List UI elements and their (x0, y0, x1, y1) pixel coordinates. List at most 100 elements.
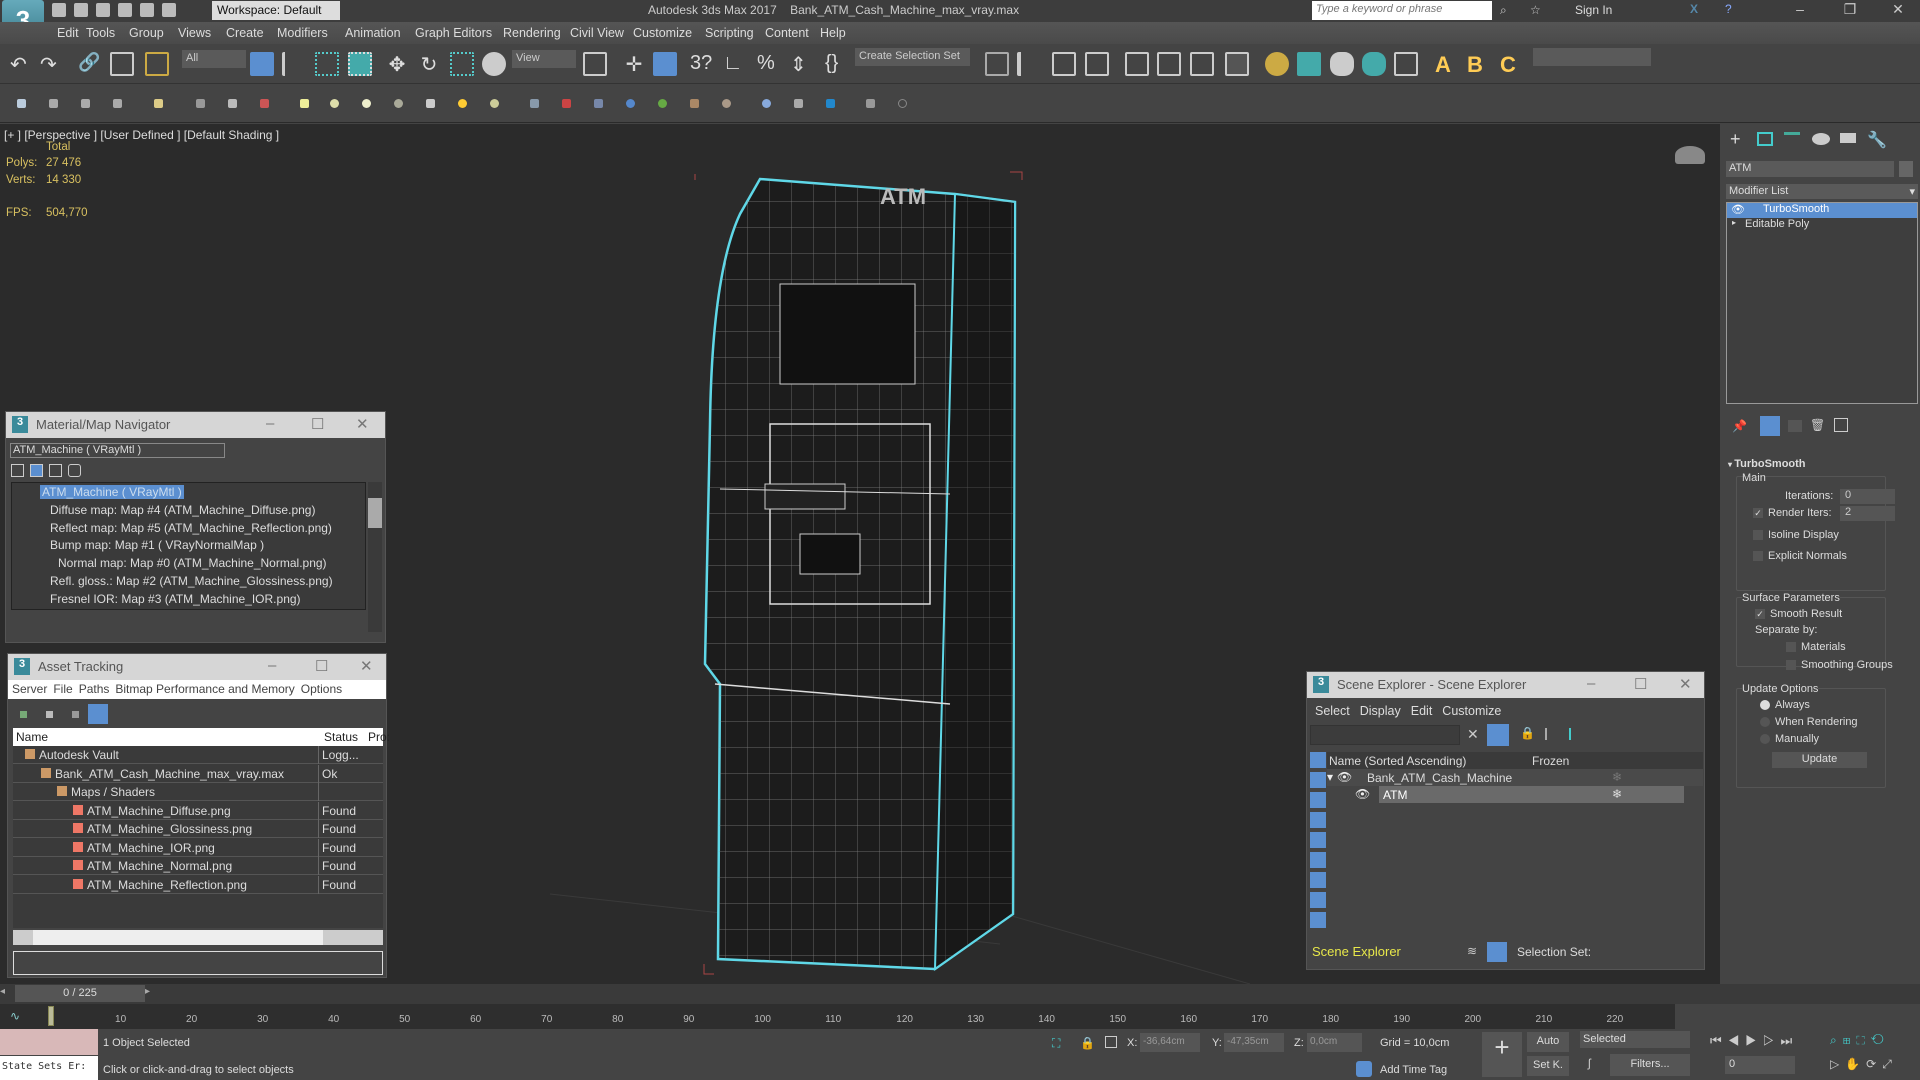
path-field[interactable] (13, 951, 383, 975)
time-slider[interactable]: ◂ 0 / 225 ▸ (0, 984, 1920, 1004)
restore-button[interactable]: ❐ (1830, 1, 1870, 21)
key-filters-button[interactable]: Filters... (1610, 1054, 1690, 1076)
selection-lock-icon[interactable]: 🔒 (1080, 1036, 1095, 1050)
undo-icon[interactable]: ↶ (10, 52, 34, 76)
toolbar-icon[interactable] (690, 99, 699, 108)
toolbar-icon[interactable] (46, 711, 53, 718)
explorer-row[interactable]: 👁 ATM ❄ (1327, 786, 1703, 803)
table-row[interactable]: ATM_Machine_Glossiness.png Found (13, 820, 383, 838)
named-selection-set-dropdown[interactable]: Create Selection Set (855, 48, 970, 66)
maximize-button[interactable]: ☐ (315, 657, 328, 675)
manipulate-icon[interactable]: ✛ (622, 52, 646, 76)
render-iters-checkbox[interactable]: ✓ Render Iters: (1753, 507, 1832, 519)
filter-icon[interactable] (1487, 724, 1509, 746)
playback-controls[interactable]: ⏮◀▶▷⏭ (1710, 1033, 1798, 1049)
state-sets-field[interactable]: State Sets Er: (0, 1056, 98, 1080)
close-button[interactable]: ✕ (1679, 675, 1692, 693)
menu-tools[interactable]: Tools (86, 26, 115, 40)
window-titlebar[interactable]: 3 Scene Explorer - Scene Explorer – ☐ ✕ (1307, 672, 1704, 698)
sun-icon[interactable] (458, 99, 467, 108)
ribbon-toggle-icon[interactable] (1125, 52, 1149, 76)
helpers-filter-icon[interactable] (1310, 832, 1326, 848)
reference-coord-dropdown[interactable]: View (512, 50, 576, 68)
bones-filter-icon[interactable] (1310, 912, 1326, 928)
hierarchy-tab-icon[interactable] (1784, 132, 1800, 146)
smoothing-groups-checkbox[interactable]: Smoothing Groups (1786, 659, 1893, 671)
remove-modifier-icon[interactable]: 🗑 (1810, 418, 1825, 432)
toolbar-icon[interactable] (228, 99, 237, 108)
expand-icon[interactable]: ▸ (1732, 218, 1736, 227)
maxscript-listener[interactable] (0, 1029, 98, 1055)
menu-customize[interactable]: Customize (633, 26, 692, 40)
menu-file[interactable]: File (53, 682, 72, 697)
toolbar-icon[interactable] (113, 99, 122, 108)
table-row[interactable]: Autodesk Vault Logg... (13, 746, 383, 764)
visibility-icon[interactable]: 👁 (1355, 787, 1370, 801)
motion-tab-icon[interactable] (1812, 133, 1830, 145)
menu-civil-view[interactable]: Civil View (570, 26, 624, 40)
z-coordinate-field[interactable]: 0,0cm (1307, 1033, 1362, 1052)
absolute-mode-icon[interactable] (1105, 1036, 1117, 1048)
viewport-nav-controls[interactable]: ⌕⊞⛶⟲ (1830, 1033, 1890, 1048)
list-icons-view-icon[interactable] (30, 464, 43, 477)
menu-rendering[interactable]: Rendering (503, 26, 561, 40)
xrefs-filter-icon[interactable] (1310, 892, 1326, 908)
scene-explorer-icon[interactable] (1052, 52, 1076, 76)
script-a-button[interactable]: A (1435, 52, 1459, 77)
script-c-button[interactable]: C (1500, 52, 1524, 77)
menu-display[interactable]: Display (1360, 704, 1401, 718)
render-iterative-icon[interactable] (1362, 52, 1386, 76)
toolbar-icon[interactable] (626, 99, 635, 108)
table-row[interactable]: ATM_Machine_Reflection.png Found (13, 875, 383, 894)
move-icon[interactable]: ✥ (385, 52, 409, 76)
geometry-filter-icon[interactable] (1310, 752, 1326, 768)
isoline-display-checkbox[interactable]: Isoline Display (1753, 529, 1839, 541)
toolbar-icon[interactable] (826, 99, 835, 108)
undo-icon[interactable] (118, 3, 132, 17)
table-row[interactable]: ATM_Machine_IOR.png Found (13, 838, 383, 857)
select-by-name-icon[interactable] (282, 52, 306, 76)
angle-snap-icon[interactable]: ∟ (723, 52, 747, 76)
display-tab-icon[interactable] (1840, 133, 1856, 143)
layer-explorer-icon[interactable] (1085, 52, 1109, 76)
toolbar-icon[interactable] (594, 99, 603, 108)
large-icons-view-icon[interactable] (68, 464, 81, 477)
table-row[interactable]: Bank_ATM_Cash_Machine_max_vray.max Ok (13, 764, 383, 783)
selection-filter-dropdown[interactable]: All (182, 50, 246, 68)
open-file-icon[interactable] (74, 3, 88, 17)
help-icon[interactable] (898, 99, 907, 108)
menu-graph-editors[interactable]: Graph Editors (415, 26, 492, 40)
render-setup-icon[interactable] (1265, 52, 1289, 76)
create-tab-icon[interactable]: + (1730, 129, 1741, 150)
toolbar-icon[interactable] (866, 99, 875, 108)
smooth-result-checkbox[interactable]: ✓ Smooth Result (1755, 608, 1842, 620)
modify-tab-icon[interactable] (1757, 132, 1773, 146)
always-radio[interactable]: Always (1760, 699, 1810, 711)
expand-icon[interactable]: ▾ (1327, 770, 1333, 784)
placement-icon[interactable] (482, 52, 506, 76)
new-file-icon[interactable] (52, 3, 66, 17)
toolbar-icon[interactable] (722, 99, 731, 108)
set-key-mode-icon[interactable]: + (1482, 1032, 1522, 1077)
menu-options[interactable]: Options (301, 682, 342, 697)
script-b-button[interactable]: B (1467, 52, 1491, 77)
frozen-icon[interactable]: ❄ (1612, 787, 1622, 801)
toolbar-icon[interactable] (20, 711, 27, 718)
toolbar-icon[interactable] (72, 711, 79, 718)
toolbar-icon[interactable] (17, 99, 26, 108)
layers-icon[interactable]: ≋ (1467, 944, 1477, 958)
search-input[interactable]: Type a keyword or phrase (1312, 1, 1492, 20)
explorer-name-dropdown[interactable]: Scene Explorer (1310, 942, 1460, 962)
minimize-button[interactable]: – (1587, 675, 1595, 692)
rotate-icon[interactable]: ↻ (417, 52, 441, 76)
menu-edit[interactable]: Edit (1411, 704, 1433, 718)
make-unique-icon[interactable] (1788, 420, 1802, 432)
object-color-swatch[interactable] (1899, 161, 1913, 177)
modifier-list-dropdown[interactable]: Modifier List ▾ (1726, 184, 1918, 199)
column-name[interactable]: Name (Sorted Ascending) (1329, 754, 1466, 768)
light-icon[interactable] (154, 99, 163, 108)
column-status[interactable]: Status (324, 730, 358, 744)
window-titlebar[interactable]: 3 Material/Map Navigator – ☐ ✕ (6, 412, 385, 438)
sphere-icon[interactable] (330, 99, 339, 108)
minimize-button[interactable]: – (268, 657, 276, 674)
